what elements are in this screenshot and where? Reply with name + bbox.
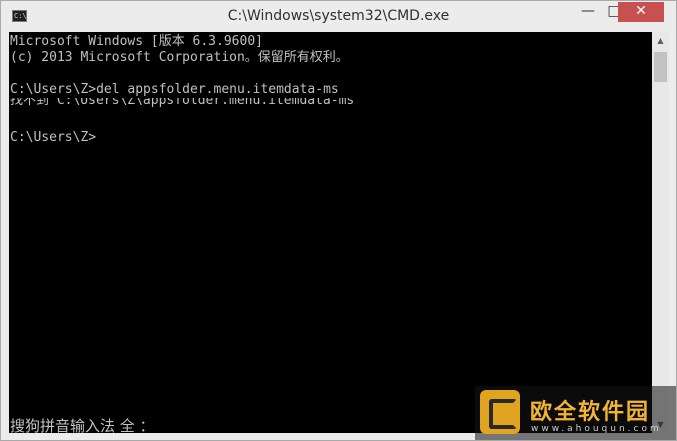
watermark-url: www.ahouqun.com xyxy=(531,424,662,434)
site-watermark: 欧全软件园 www.ahouqun.com xyxy=(475,386,676,440)
close-button[interactable]: ✕ xyxy=(618,2,664,22)
title-bar[interactable]: C:\ C:\Windows\system32\CMD.exe — □ ✕ xyxy=(1,1,676,32)
watermark-title: 欧全软件园 xyxy=(530,400,651,425)
scrollbar-thumb[interactable] xyxy=(654,52,667,82)
console-line: 找不到 C:\Users\Z\appsfolder.menu.itemdata-… xyxy=(10,98,355,108)
console-line: C:\Users\Z>del appsfolder.menu.itemdata-… xyxy=(10,82,339,97)
ime-status-text: 搜狗拼音输入法 全 ： xyxy=(10,417,155,433)
cmd-window: C:\ C:\Windows\system32\CMD.exe — □ ✕ Mi… xyxy=(0,0,677,441)
vertical-scrollbar[interactable]: ▲ ▼ xyxy=(652,32,669,433)
scroll-up-icon[interactable]: ▲ xyxy=(652,32,669,49)
console-line: Microsoft Windows [版本 6.3.9600] xyxy=(10,34,263,49)
console-output[interactable]: Microsoft Windows [版本 6.3.9600] (c) 2013… xyxy=(9,32,652,433)
console-line: (c) 2013 Microsoft Corporation。保留所有权利。 xyxy=(10,50,349,65)
watermark-logo-icon xyxy=(480,390,520,434)
console-prompt-line: C:\Users\Z> xyxy=(10,130,97,145)
minimize-button[interactable]: — xyxy=(575,2,601,22)
console-line-garbled: 找不到 C:\Users\Z\appsfolder.menu.itemdata-… xyxy=(10,98,370,110)
